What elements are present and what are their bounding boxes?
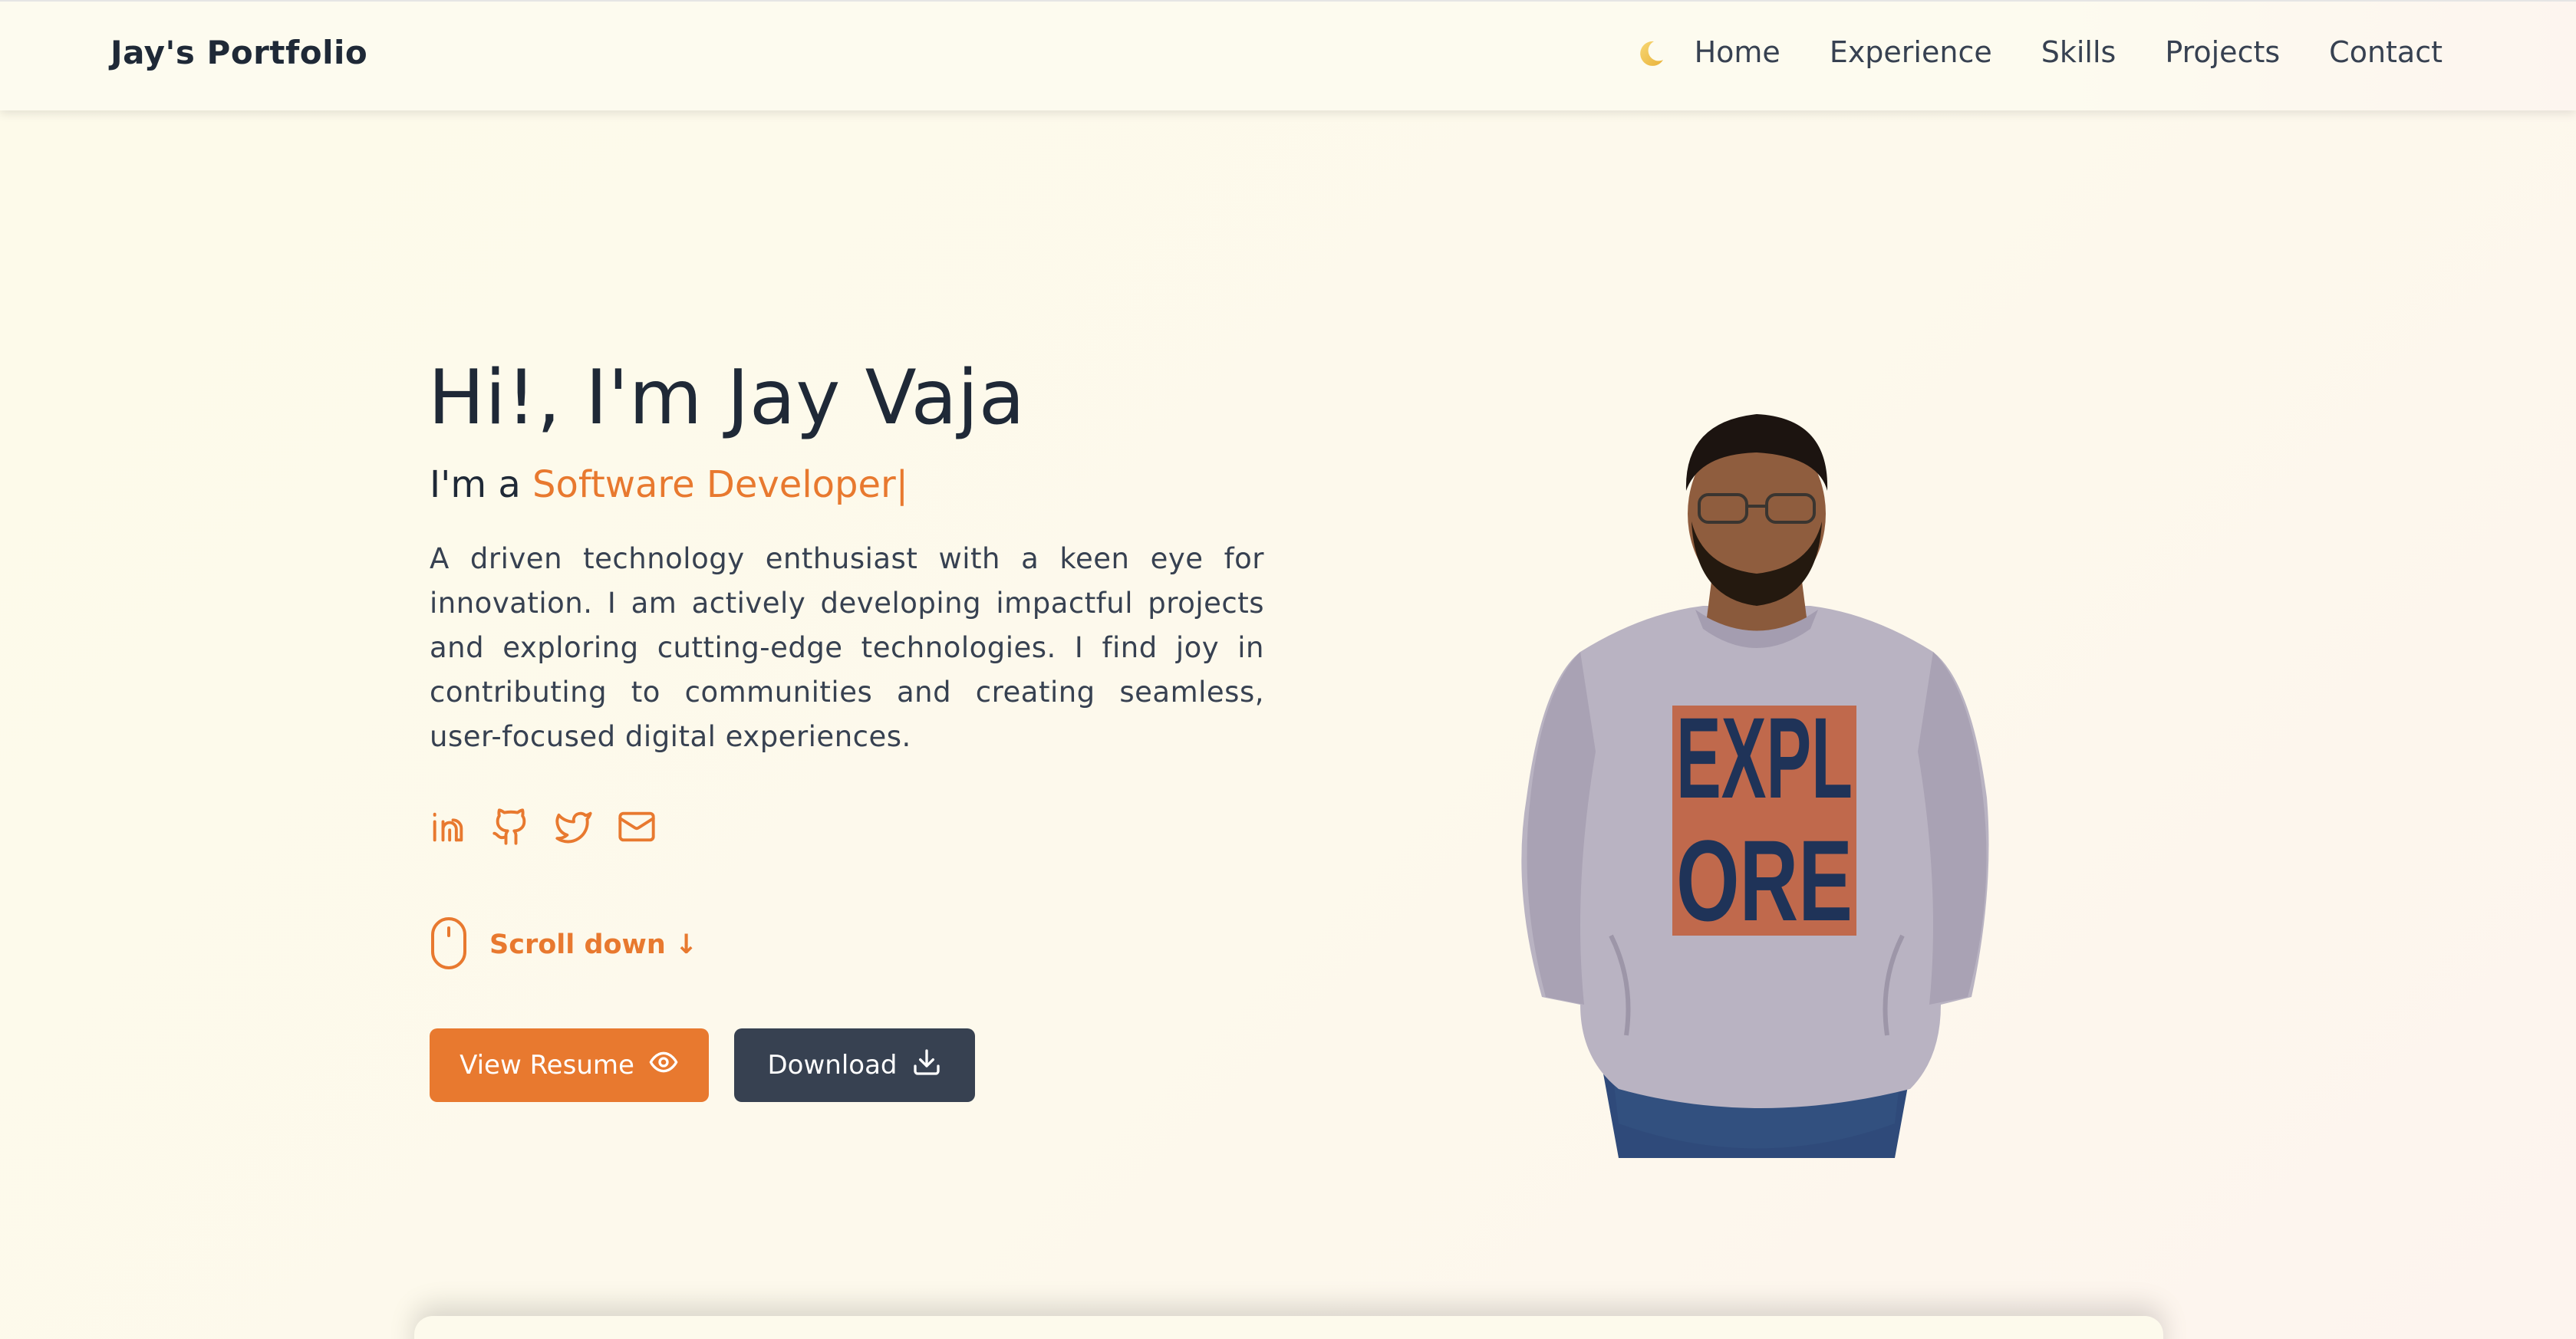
linkedin-icon[interactable] [428, 807, 468, 847]
nav-links: Home Experience Skills Projects Contact [1695, 35, 2443, 69]
twitter-icon[interactable] [554, 807, 594, 847]
subtitle-prefix: I'm a [430, 463, 533, 506]
svg-text:EXPL: EXPL [1676, 693, 1853, 822]
profile-photo: EXPL ORE [1511, 399, 2002, 1158]
download-resume-button[interactable]: Download [734, 1028, 975, 1102]
nav-contact[interactable]: Contact [2329, 35, 2443, 69]
nav-skills[interactable]: Skills [2041, 35, 2116, 69]
scroll-down-label: Scroll down ↓ [489, 929, 698, 960]
svg-text:ORE: ORE [1676, 816, 1853, 945]
view-resume-label: View Resume [460, 1050, 634, 1081]
typing-cursor: | [895, 463, 908, 506]
nav-home[interactable]: Home [1695, 35, 1780, 69]
moon-icon[interactable] [1634, 37, 1668, 71]
nav-experience[interactable]: Experience [1830, 35, 1992, 69]
github-icon[interactable] [491, 807, 531, 847]
hero-description: A driven technology enthusiast with a ke… [430, 542, 1264, 753]
mouse-icon [430, 916, 468, 974]
next-section-card [414, 1316, 2163, 1339]
mail-icon[interactable] [617, 807, 657, 847]
download-label: Download [767, 1050, 898, 1081]
subtitle-role: Software Developer [532, 463, 896, 506]
nav-projects[interactable]: Projects [2165, 35, 2280, 69]
hero-subtitle: I'm a Software Developer| [430, 463, 908, 506]
navbar: Jay's Portfolio Home Experience Skills P… [0, 0, 2576, 110]
brand-logo[interactable]: Jay's Portfolio [110, 34, 367, 71]
social-links [428, 807, 657, 847]
eye-icon [648, 1047, 679, 1084]
view-resume-button[interactable]: View Resume [430, 1028, 709, 1102]
scroll-down-link[interactable]: Scroll down ↓ [430, 916, 697, 974]
hero-title: Hi!, I'm Jay Vaja [428, 354, 1026, 442]
portfolio-page: Jay's Portfolio Home Experience Skills P… [0, 0, 2576, 1339]
download-icon [911, 1047, 942, 1084]
